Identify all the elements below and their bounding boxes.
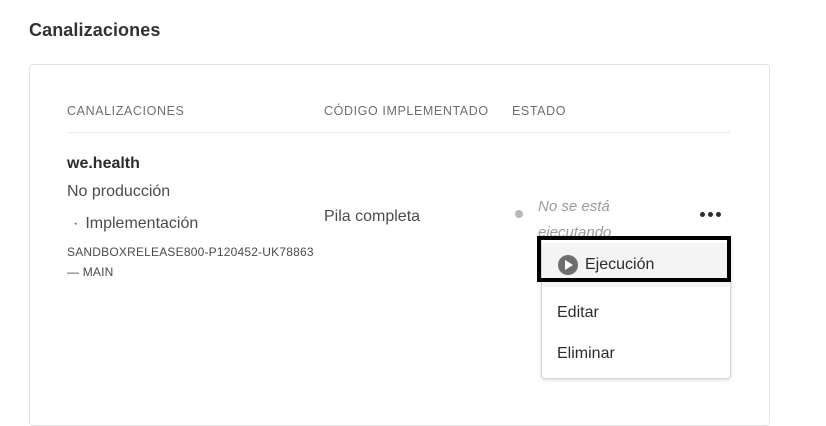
menu-item-edit[interactable]: Editar — [542, 293, 730, 333]
more-dot — [715, 211, 721, 217]
more-dot — [707, 211, 713, 217]
deployed-code-value: Pila completa — [324, 208, 421, 225]
menu-item-delete[interactable]: Eliminar — [542, 334, 730, 374]
actions-menu: Ejecución Editar Eliminar — [541, 238, 731, 379]
pipeline-branch: SANDBOXRELEASE800-P120452-UK78863 — [67, 245, 314, 259]
menu-item-run-label: Ejecución — [585, 256, 655, 273]
more-actions-button[interactable] — [696, 204, 724, 224]
pipeline-type-label: Implementación — [85, 215, 199, 232]
column-header-pipelines: CANALIZACIONES — [67, 104, 185, 118]
status-dot-icon — [515, 210, 523, 218]
column-header-deployed-code: CÓDIGO IMPLEMENTADO — [324, 104, 489, 118]
pipeline-name: we.health — [67, 155, 140, 172]
play-icon — [558, 255, 578, 275]
pipeline-environment: No producción — [67, 183, 171, 200]
header-divider — [67, 132, 730, 133]
bullet: · — [73, 215, 79, 232]
column-header-status: ESTADO — [512, 104, 567, 118]
page-title: Canalizaciones — [29, 20, 161, 40]
more-dot — [699, 211, 705, 217]
menu-item-run[interactable]: Ejecución — [542, 243, 730, 287]
pipeline-branch-suffix: — MAIN — [67, 265, 114, 279]
pipeline-type: · Implementación — [73, 215, 198, 233]
